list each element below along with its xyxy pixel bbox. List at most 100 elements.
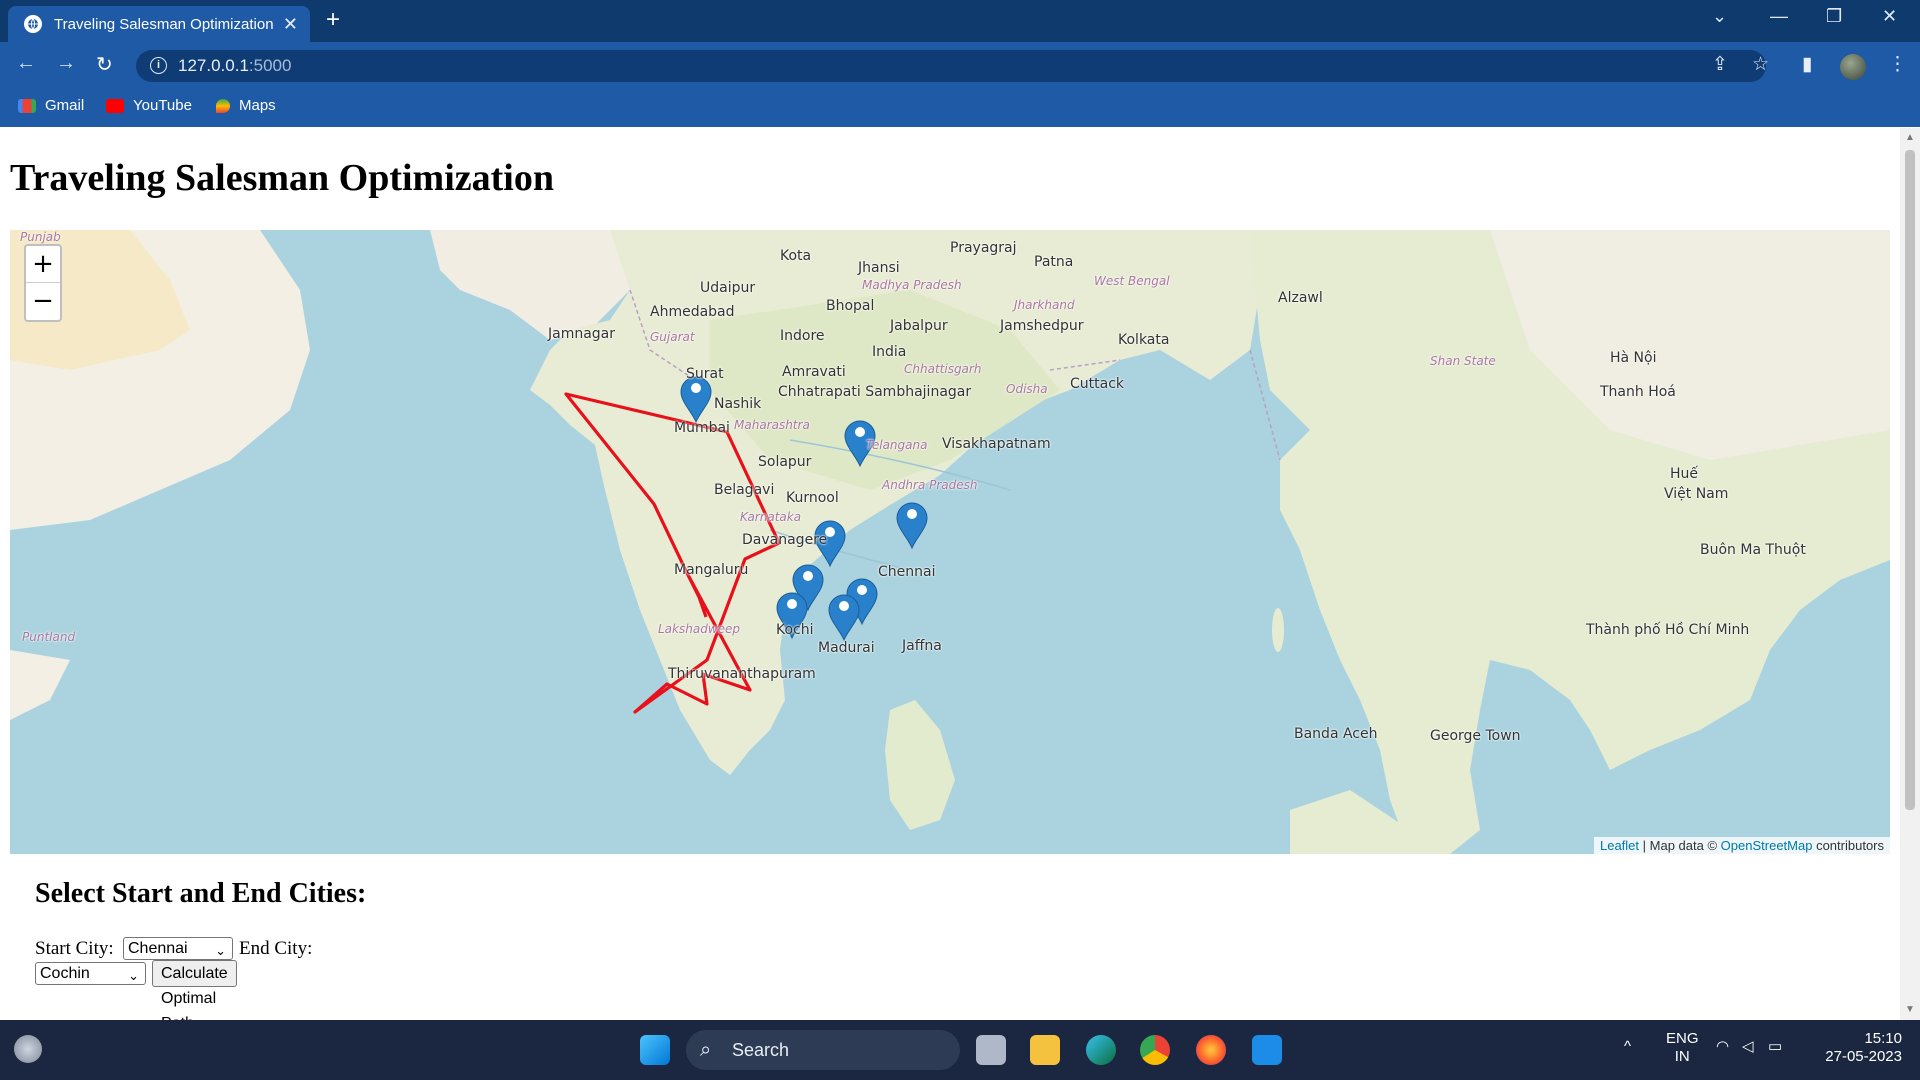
profile-avatar[interactable] <box>1840 54 1866 80</box>
site-info-icon[interactable]: i <box>150 57 167 74</box>
page-scrollbar[interactable]: ▲ ▼ <box>1900 128 1920 1020</box>
taskbar-search[interactable]: ⌕ Search <box>686 1030 960 1070</box>
weather-icon[interactable] <box>14 1035 42 1063</box>
land-andaman <box>1272 608 1284 652</box>
form-heading: Select Start and End Cities: <box>35 878 367 909</box>
close-tab-icon[interactable]: ✕ <box>283 14 298 35</box>
browser-tab[interactable]: Traveling Salesman Optimization ✕ <box>8 6 310 42</box>
map-place-label: Thanh Hoá <box>1600 384 1676 400</box>
tab-title: Traveling Salesman Optimization <box>54 15 274 33</box>
map-place-label: Shan State <box>1430 354 1496 368</box>
browser-tab-bar: Traveling Salesman Optimization ✕ + ⌄ — … <box>0 0 1920 42</box>
edge-icon[interactable] <box>1086 1035 1116 1065</box>
reload-button[interactable]: ↻ <box>96 52 113 77</box>
bookmark-maps[interactable]: Maps <box>216 97 276 114</box>
zoom-out-button[interactable]: − <box>26 283 60 320</box>
bookmark-gmail[interactable]: Gmail <box>18 97 84 114</box>
start-city-select[interactable]: Chennai ⌄ <box>123 937 233 960</box>
clock-time: 15:10 <box>1864 1030 1902 1047</box>
map-place-label: Mangaluru <box>674 562 749 578</box>
share-icon[interactable]: ⇪ <box>1712 53 1728 76</box>
new-tab-button[interactable]: + <box>326 8 340 32</box>
map-place-label: Lakshadweep <box>658 622 741 636</box>
calculate-path-button[interactable]: Calculate Optimal Path <box>152 960 237 1032</box>
page-title: Traveling Salesman Optimization <box>10 157 554 199</box>
map-place-label: Jabalpur <box>890 318 948 334</box>
map-place-label: George Town <box>1430 728 1521 744</box>
end-city-value: Cochin <box>40 965 90 982</box>
youtube-icon <box>106 98 124 113</box>
map-place-label: Belagavi <box>714 482 775 498</box>
map-place-label: Việt Nam <box>1664 486 1729 502</box>
bookmark-star-icon[interactable]: ☆ <box>1752 53 1769 76</box>
back-button[interactable]: ← <box>16 52 36 75</box>
address-bar[interactable]: i 127.0.0.1:5000 <box>136 50 1766 82</box>
clock[interactable]: 15:10 27-05-2023 <box>1812 1030 1902 1066</box>
bookmark-youtube[interactable]: YouTube <box>106 97 192 114</box>
scroll-down-arrow-icon[interactable]: ▼ <box>1905 1004 1915 1015</box>
language-indicator[interactable]: ENG IN <box>1666 1030 1699 1066</box>
vscode-icon[interactable] <box>1252 1035 1282 1065</box>
minimize-button[interactable]: — <box>1770 6 1788 27</box>
city-marker-pin-icon[interactable] <box>896 502 928 550</box>
tab-search-chevron-icon[interactable]: ⌄ <box>1712 6 1727 27</box>
osm-link[interactable]: OpenStreetMap <box>1721 838 1813 853</box>
map-place-label: Chhatrapati Sambhajinagar <box>778 384 972 400</box>
map-place-label: Surat <box>686 366 724 382</box>
firefox-icon[interactable] <box>1196 1035 1226 1065</box>
end-city-label: End City: <box>239 938 313 959</box>
clock-date: 27-05-2023 <box>1825 1048 1902 1065</box>
battery-icon[interactable]: ▭ <box>1768 1037 1782 1055</box>
attribution-text: | Map data © <box>1642 838 1718 853</box>
side-panel-icon[interactable]: ▮ <box>1802 53 1812 76</box>
bookmarks-bar: Gmail YouTube Maps <box>0 87 1920 127</box>
chrome-icon[interactable] <box>1140 1035 1170 1065</box>
wifi-icon[interactable]: ◠ <box>1716 1037 1729 1055</box>
map-place-label: Madurai <box>818 640 875 656</box>
start-city-label: Start City: <box>35 938 114 959</box>
close-window-button[interactable]: ✕ <box>1882 6 1897 27</box>
map-place-label: Solapur <box>758 454 812 470</box>
task-view-icon[interactable] <box>976 1035 1006 1065</box>
map-place-label: Prayagraj <box>950 240 1017 256</box>
land-sri-lanka <box>885 700 955 830</box>
start-city-value: Chennai <box>128 940 188 957</box>
map-place-label: Karnataka <box>740 510 802 524</box>
file-explorer-icon[interactable] <box>1030 1035 1060 1065</box>
map-place-label: Jamnagar <box>548 326 616 342</box>
city-marker-pin-icon[interactable] <box>828 594 860 642</box>
map-place-label: Jaffna <box>902 638 942 654</box>
url-host: 127.0.0.1 <box>178 56 249 75</box>
map-place-label: Jhansi <box>858 260 900 276</box>
map-attribution: Leaflet | Map data © OpenStreetMap contr… <box>1593 837 1890 854</box>
map-place-label: Cuttack <box>1070 376 1125 392</box>
menu-kebab-icon[interactable]: ⋮ <box>1888 53 1907 76</box>
scroll-up-arrow-icon[interactable]: ▲ <box>1905 132 1915 143</box>
map-place-label: Punjab <box>20 230 61 244</box>
scroll-thumb[interactable] <box>1905 150 1915 810</box>
show-hidden-icons-icon[interactable]: ^ <box>1624 1038 1631 1055</box>
map-place-label: Kochi <box>776 622 814 638</box>
map-container[interactable]: Prayagraj Patna Kota Jhansi Udaipur Bhopal Ahm… <box>10 230 1890 854</box>
zoom-control: + − <box>24 244 62 322</box>
page-content: Traveling Salesman Optimization Prayagra… <box>0 128 1900 1032</box>
map-place-label: Thành phố Hồ Chí Minh <box>1586 622 1750 638</box>
chevron-down-icon: ⌄ <box>128 968 139 983</box>
attribution-tail: contributors <box>1816 838 1884 853</box>
search-placeholder: Search <box>732 1039 790 1060</box>
forward-button[interactable]: → <box>56 52 76 75</box>
map-place-label: Madhya Pradesh <box>862 278 962 292</box>
map-place-label: Banda Aceh <box>1294 726 1378 742</box>
map-place-label: India <box>872 344 907 360</box>
map-place-label: Andhra Pradesh <box>882 478 978 492</box>
map-place-label: Udaipur <box>700 280 756 296</box>
start-windows-icon[interactable] <box>640 1035 670 1065</box>
leaflet-link[interactable]: Leaflet <box>1600 838 1639 853</box>
lang-top: ENG <box>1666 1030 1699 1047</box>
map-place-label: West Bengal <box>1094 274 1170 288</box>
volume-icon[interactable]: ◁ <box>1742 1037 1754 1055</box>
zoom-in-button[interactable]: + <box>26 246 60 283</box>
map-place-label: Buôn Ma Thuột <box>1700 542 1806 558</box>
maximize-button[interactable]: ❐ <box>1826 6 1842 27</box>
end-city-select[interactable]: Cochin ⌄ <box>35 962 146 985</box>
